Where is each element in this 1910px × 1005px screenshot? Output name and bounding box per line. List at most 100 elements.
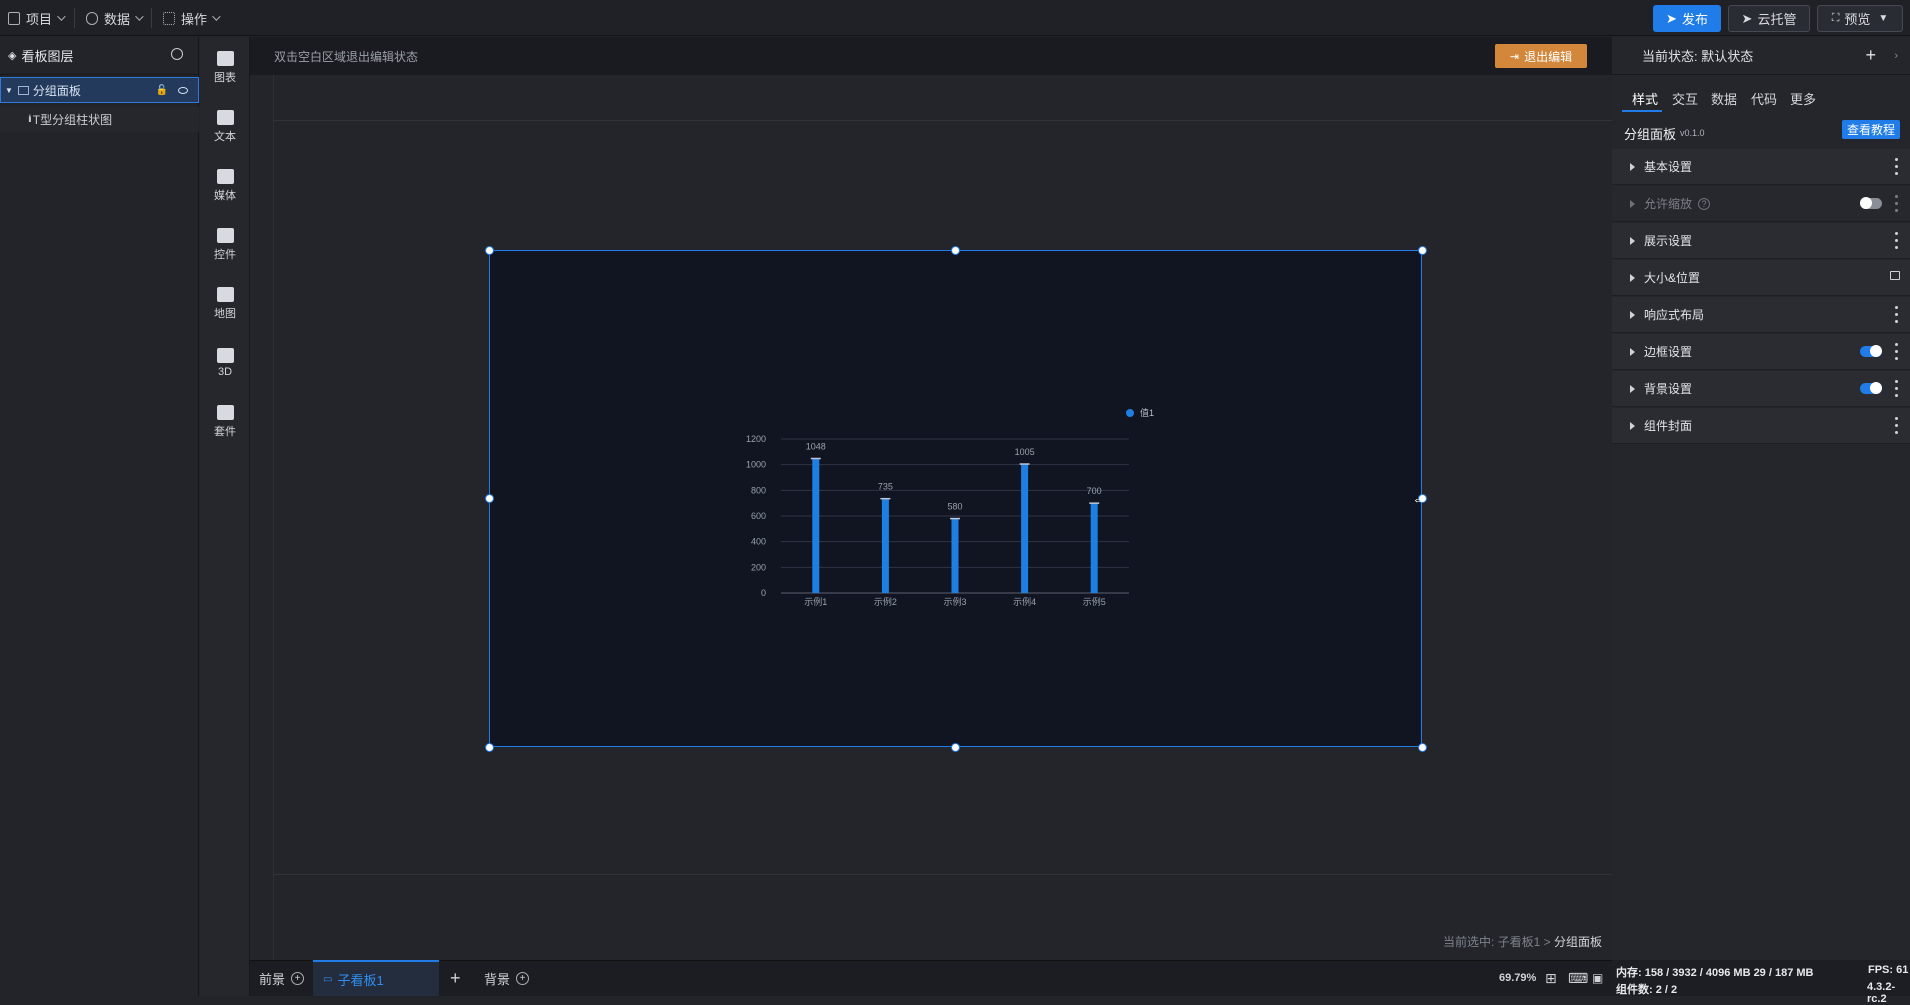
more-options-icon[interactable] (1895, 306, 1898, 323)
tab-code[interactable]: 代码 (1751, 84, 1777, 112)
section-size-position[interactable]: 大小&位置 (1612, 260, 1910, 296)
tab-interaction[interactable]: 交互 (1672, 84, 1698, 112)
resize-handle[interactable] (484, 245, 494, 255)
zoom-toggle[interactable] (1860, 197, 1882, 209)
tab-more[interactable]: 更多 (1790, 84, 1816, 112)
section-display-settings[interactable]: 展示设置 (1612, 223, 1910, 259)
chevron-right-icon[interactable]: › (1894, 50, 1898, 62)
terminal-icon[interactable]: ▣ (1592, 960, 1603, 996)
tab-background[interactable]: 背景 + (484, 960, 530, 996)
section-allow-zoom[interactable]: 允许缩放? (1612, 186, 1910, 222)
y-tick-label: 1000 (746, 460, 766, 470)
chevron-down-icon: ▼ (1878, 13, 1889, 24)
section-label: 允许缩放 (1644, 197, 1693, 211)
lock-icon[interactable] (1890, 271, 1900, 280)
tool-label: 套件 (214, 426, 236, 438)
more-options-icon[interactable] (1895, 343, 1898, 360)
section-responsive-layout[interactable]: 响应式布局 (1612, 297, 1910, 333)
section-label: 大小&位置 (1644, 271, 1701, 285)
section-basic-settings[interactable]: 基本设置 (1612, 149, 1910, 185)
tool-control[interactable]: 控件 (200, 221, 250, 269)
eye-icon[interactable] (178, 86, 188, 94)
menu-data[interactable]: 数据 (86, 0, 144, 36)
layer-item-bar-chart[interactable]: ılı T型分组柱状图 (0, 107, 199, 132)
exit-edit-button[interactable]: ⇥ 退出编辑 (1495, 44, 1587, 68)
view-tutorial-button[interactable]: 查看教程 (1842, 120, 1900, 139)
tab-data[interactable]: 数据 (1711, 84, 1737, 112)
border-toggle[interactable] (1860, 345, 1882, 357)
keyboard-icon[interactable]: ⌨ (1568, 960, 1588, 996)
add-tab-button[interactable]: + (450, 960, 461, 996)
exit-label: 退出编辑 (1524, 49, 1573, 64)
menu-project[interactable]: 项目 (8, 0, 66, 36)
tab-sub-board-1[interactable]: ▭ 子看板1 (313, 960, 439, 996)
map-icon (216, 287, 234, 302)
resize-handle[interactable] (484, 742, 494, 752)
layer-panel (0, 37, 199, 996)
fit-screen-icon[interactable]: ⊞ (1545, 960, 1557, 996)
exit-icon: ⇥ (1509, 50, 1520, 63)
data-label: 580 (947, 502, 962, 512)
add-state-icon[interactable]: + (1865, 45, 1876, 66)
bar (1021, 464, 1029, 593)
tool-chart[interactable]: 图表 (200, 44, 250, 92)
preview-button[interactable]: ⛶ 预览 ▼ (1817, 5, 1903, 32)
section-label: 背景设置 (1644, 382, 1693, 396)
active-tab-indicator (1622, 110, 1662, 112)
more-options-icon[interactable] (1895, 195, 1898, 212)
group-panel-selected[interactable]: 0 200 400 600 800 1000 1200 1048 示例1 735 示例2 580 示例3… (489, 250, 1422, 747)
tab-label: 子看板1 (337, 972, 384, 988)
tool-map[interactable]: 地图 (200, 280, 250, 328)
add-circle-icon[interactable]: + (516, 971, 530, 985)
resize-handle[interactable] (1417, 245, 1427, 255)
caret-right-icon (1630, 273, 1635, 282)
resize-handle[interactable] (951, 245, 960, 255)
tool-kit[interactable]: 套件 (200, 398, 250, 446)
resize-handle[interactable] (1417, 742, 1427, 752)
more-options-icon[interactable] (1895, 417, 1898, 434)
add-circle-icon[interactable]: + (291, 971, 305, 985)
section-background-settings[interactable]: 背景设置 (1612, 371, 1910, 407)
divider (151, 8, 152, 28)
panel-icon (17, 85, 29, 95)
resize-handle[interactable] (484, 494, 494, 503)
tool-cube[interactable]: 3D (200, 339, 250, 387)
more-options-icon[interactable] (1895, 158, 1898, 175)
background-toggle[interactable] (1860, 382, 1882, 394)
zoom-level[interactable]: 69.79% (1499, 960, 1536, 996)
caret-right-icon (1630, 347, 1635, 356)
y-tick-label: 200 (751, 562, 766, 572)
menu-operations[interactable]: 操作 (163, 0, 221, 36)
tool-label: 图表 (214, 72, 236, 84)
x-tick-label: 示例1 (804, 596, 827, 607)
section-border-settings[interactable]: 边框设置 (1612, 334, 1910, 370)
tool-media[interactable]: 媒体 (200, 162, 250, 210)
tool-text[interactable]: 文本 (200, 103, 250, 151)
section-component-cover[interactable]: 组件封面 (1612, 408, 1910, 444)
search-icon[interactable] (171, 48, 183, 60)
tab-foreground[interactable]: 前景 + (259, 960, 305, 996)
resize-handle[interactable] (951, 742, 960, 752)
breadcrumb-prefix: 当前选中: 子看板1 > (1443, 935, 1551, 949)
database-icon (86, 11, 98, 25)
status-panel: 内存: 158 / 3932 / 4096 MB 29 / 187 MB FPS… (1612, 960, 1910, 1005)
more-options-icon[interactable] (1895, 232, 1898, 249)
menu-project-label: 项目 (26, 11, 53, 27)
preview-label: 预览 (1844, 12, 1871, 27)
more-options-icon[interactable] (1895, 380, 1898, 397)
bar-chart-icon: ılı (28, 114, 32, 125)
cloud-hosting-button[interactable]: ➤ 云托管 (1728, 5, 1810, 32)
publish-button[interactable]: ➤ 发布 (1653, 5, 1721, 32)
tab-style[interactable]: 样式 (1632, 84, 1658, 112)
caret-right-icon (1630, 310, 1635, 319)
cube-icon (216, 348, 234, 363)
breadcrumb-current: 分组面板 (1554, 935, 1603, 949)
section-label: 基本设置 (1644, 160, 1693, 174)
unlock-icon[interactable]: 🔓 (156, 85, 168, 96)
section-label: 响应式布局 (1644, 308, 1705, 322)
send-icon: ➤ (1741, 10, 1753, 26)
data-label: 1005 (1015, 447, 1035, 457)
state-row: 当前状态: 默认状态 + › (1612, 37, 1910, 75)
layer-item-group-panel[interactable]: ▼ 分组面板 🔓 (0, 77, 199, 103)
layer-panel-header: ◈ 看板图层 (0, 37, 199, 75)
